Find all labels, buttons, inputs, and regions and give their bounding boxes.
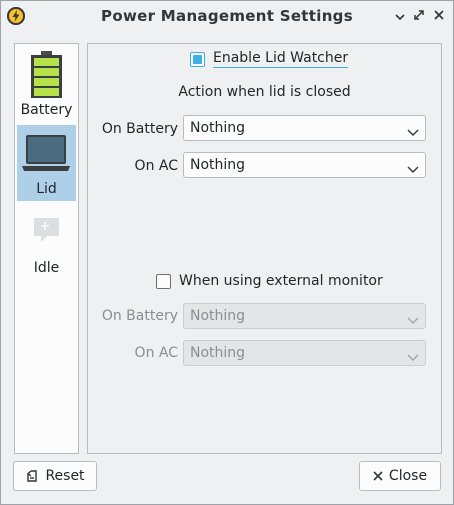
on-battery-label: On Battery <box>101 121 178 137</box>
settings-category-list: Battery Lid Idle <box>14 43 79 454</box>
ext-on-ac-select: Nothing <box>183 340 426 366</box>
sidebar-item-label: Idle <box>33 260 60 276</box>
title-bar[interactable]: Power Management Settings <box>1 1 453 31</box>
idle-icon <box>17 208 76 256</box>
ext-on-battery-label: On Battery <box>101 308 178 324</box>
close-label: Close <box>388 468 428 484</box>
ext-on-ac-label: On AC <box>134 345 178 361</box>
power-management-window: Power Management Settings Battery Lid Id… <box>0 0 454 505</box>
sidebar-item-idle[interactable]: Idle <box>17 204 76 280</box>
external-monitor-checkbox[interactable]: When using external monitor <box>156 273 383 289</box>
select-value: Nothing <box>190 120 246 136</box>
select-value: Nothing <box>190 157 246 173</box>
window-title: Power Management Settings <box>101 7 353 25</box>
sidebar-item-lid[interactable]: Lid <box>17 125 76 201</box>
battery-icon <box>17 50 76 98</box>
on-battery-select[interactable]: Nothing <box>183 115 426 141</box>
chevron-down-icon <box>407 162 419 178</box>
close-icon <box>373 471 383 481</box>
reset-icon <box>25 469 39 483</box>
sidebar-item-battery[interactable]: Battery <box>17 46 76 122</box>
reset-button[interactable]: Reset <box>13 461 97 491</box>
sidebar-item-label: Battery <box>20 102 73 118</box>
laptop-icon <box>17 129 76 177</box>
lid-action-heading: Action when lid is closed <box>178 84 351 100</box>
chevron-down-icon <box>407 350 419 366</box>
chevron-down-icon <box>407 313 419 329</box>
on-ac-select[interactable]: Nothing <box>183 152 426 178</box>
ext-on-battery-select: Nothing <box>183 303 426 329</box>
close-icon[interactable] <box>431 7 447 23</box>
checkbox-box[interactable] <box>190 51 205 67</box>
checkbox-box[interactable] <box>156 273 171 289</box>
reset-label: Reset <box>45 468 85 484</box>
on-ac-label: On AC <box>134 158 178 174</box>
select-value: Nothing <box>190 308 246 324</box>
checkbox-label: Enable Lid Watcher <box>213 50 349 68</box>
chevron-down-icon <box>407 125 419 141</box>
lid-settings-panel: Enable Lid Watcher Action when lid is cl… <box>87 43 442 454</box>
minimize-icon[interactable] <box>392 7 408 23</box>
sidebar-item-label: Lid <box>36 181 57 197</box>
maximize-icon[interactable] <box>411 7 427 23</box>
checkbox-label: When using external monitor <box>179 273 383 289</box>
select-value: Nothing <box>190 345 246 361</box>
close-button[interactable]: Close <box>359 461 441 491</box>
enable-lid-watcher-checkbox[interactable]: Enable Lid Watcher <box>190 50 349 68</box>
